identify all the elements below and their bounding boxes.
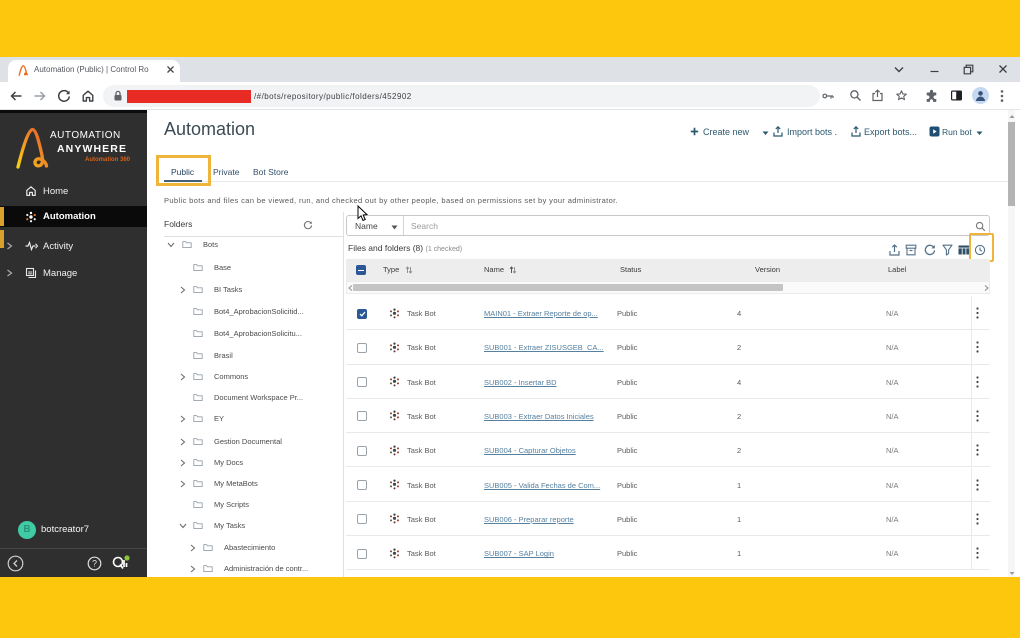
svg-text:?: ?	[92, 559, 97, 569]
